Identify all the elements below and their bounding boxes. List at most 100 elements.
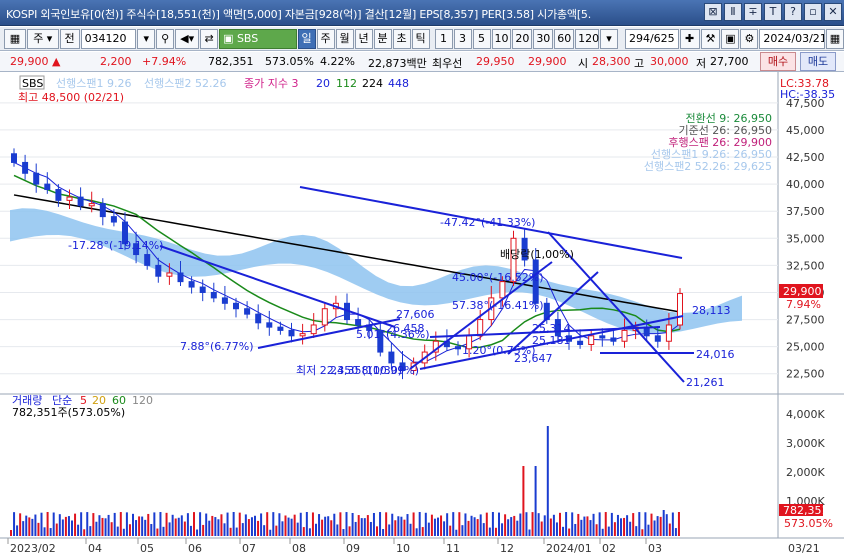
buy-button[interactable]: 매수: [760, 52, 796, 71]
volume-bar: [144, 519, 147, 536]
pause-icon[interactable]: Ⅱ: [724, 3, 742, 21]
tab-period-year[interactable]: 년: [354, 28, 373, 49]
volume-bar: [189, 525, 192, 536]
legend-ma-224: 224: [362, 77, 383, 90]
candle-body: [177, 272, 184, 283]
candle-body: [55, 189, 62, 201]
count-input[interactable]: 294/625: [624, 28, 679, 49]
date-axis-label: 07: [242, 542, 256, 555]
volume-bar: [528, 529, 531, 536]
crosshair-icon[interactable]: ✚: [679, 28, 700, 49]
trend-label-13: 24,016: [696, 348, 735, 361]
pin-icon[interactable]: ∓: [744, 3, 762, 21]
volume-bar: [247, 519, 250, 536]
volume-bar: [351, 512, 354, 536]
volume-bar: [64, 516, 67, 536]
dropdown-icon[interactable]: ▾: [137, 28, 156, 49]
open-price: 28,300: [592, 55, 631, 68]
volume-bar: [668, 523, 671, 536]
price-axis-label: 35,000: [786, 232, 825, 245]
volume-bar: [183, 521, 186, 536]
volume-current: 782,351주(573.05%): [12, 406, 125, 419]
tab-period-second[interactable]: 초: [392, 28, 411, 49]
chart-area[interactable]: SBS 선행스팬1 9.26 선행스팬2 52.26 종가 지수 3 20 11…: [0, 72, 844, 560]
tab-period-tick[interactable]: 틱: [411, 28, 430, 49]
volume-bar: [77, 524, 80, 536]
close-icon[interactable]: ✕: [824, 3, 842, 21]
volume-bar: [257, 520, 260, 536]
settings-icon[interactable]: ⚙: [740, 28, 759, 49]
volume-bar: [629, 521, 632, 536]
tab-period-day[interactable]: 일: [297, 28, 316, 49]
stock-code-input[interactable]: 034120: [80, 28, 137, 49]
volume-bar: [296, 522, 299, 536]
trend-label-7: 57.38°(-16.41%): [452, 299, 544, 312]
price-change: 2,200: [100, 55, 132, 68]
date-input[interactable]: 2024/03/21: [759, 28, 825, 49]
volume-bar: [162, 526, 165, 536]
date-axis-label: 06: [188, 542, 202, 555]
interval-60[interactable]: 60: [554, 28, 575, 49]
date-axis-label: 10: [396, 542, 410, 555]
candle-body: [299, 333, 306, 337]
volume-bar: [540, 521, 543, 536]
sell-button[interactable]: 매도: [800, 52, 836, 71]
calendar-icon[interactable]: ▦: [825, 28, 844, 49]
history-icon[interactable]: ⇄: [200, 28, 219, 49]
volume-bar: [25, 515, 28, 536]
volume-bar: [467, 520, 470, 536]
volume-bar: [638, 512, 641, 536]
volume-bar: [595, 524, 598, 536]
volume-bar: [519, 513, 522, 536]
link-icon[interactable]: ⊠: [704, 3, 722, 21]
volume-bar: [552, 514, 555, 536]
tools-icon[interactable]: ⚒: [700, 28, 721, 49]
trend-label-5: -47.42°(-41.33%): [440, 216, 535, 229]
speaker-icon[interactable]: ◀▾: [175, 28, 200, 49]
interval-20[interactable]: 20: [512, 28, 533, 49]
help-icon[interactable]: ?: [784, 3, 802, 21]
candle-body: [355, 319, 362, 326]
volume-bar: [107, 514, 110, 536]
tab-period-minute[interactable]: 분: [373, 28, 392, 49]
interval-1[interactable]: 1: [434, 28, 453, 49]
interval-30[interactable]: 30: [533, 28, 554, 49]
interval-3[interactable]: 3: [453, 28, 472, 49]
interval-10[interactable]: 10: [491, 28, 512, 49]
candle-body: [110, 216, 117, 223]
volume-bar: [494, 527, 497, 536]
grid-icon[interactable]: ▦: [4, 28, 26, 49]
volume-bar: [418, 512, 421, 536]
volume-bar: [339, 512, 342, 536]
text-icon[interactable]: T: [764, 3, 782, 21]
prev-button[interactable]: 전: [59, 28, 80, 49]
volume-bar: [284, 515, 287, 536]
candle-body: [233, 302, 239, 310]
window-controls: ⊠ Ⅱ ∓ T ? ▫ ✕: [704, 3, 842, 21]
volume-bar: [321, 519, 324, 536]
candle-body: [155, 264, 162, 277]
volume-bar: [46, 512, 49, 536]
interval-120[interactable]: 120: [575, 28, 599, 49]
volume-bar: [470, 515, 473, 536]
volume-bar: [141, 516, 144, 536]
candle-body: [11, 153, 17, 163]
search-icon[interactable]: ⚲: [156, 28, 175, 49]
tab-period-week[interactable]: 주: [316, 28, 335, 49]
maximize-icon[interactable]: ▫: [804, 3, 822, 21]
quote-bar: 29,900 ▲ 2,200 +7.94% 782,351 573.05% 4.…: [0, 52, 844, 72]
volume-bar: [516, 520, 519, 536]
price-change-rate: +7.94%: [142, 55, 187, 68]
volume-bar: [452, 512, 455, 536]
market-type-select[interactable]: 주 ▾: [26, 28, 59, 49]
candle-body: [499, 281, 506, 299]
volume-bar: [659, 516, 662, 536]
volume-bar: [293, 514, 296, 536]
tab-period-month[interactable]: 월: [335, 28, 354, 49]
save-icon[interactable]: ▣: [721, 28, 740, 49]
volume-bar: [406, 514, 409, 536]
interval-5[interactable]: 5: [472, 28, 491, 49]
stock-name-field[interactable]: ▣ SBS: [219, 28, 297, 49]
options-icon[interactable]: ▾: [599, 28, 618, 49]
price-axis-label: 37,500: [786, 205, 825, 218]
